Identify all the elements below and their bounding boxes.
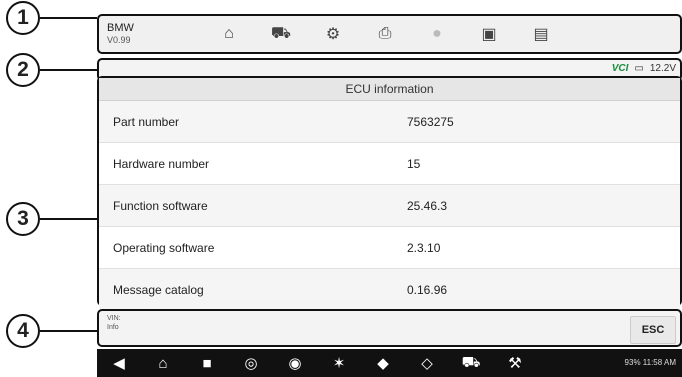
table-row: Operating software 2.3.10 — [99, 227, 680, 269]
callout-leader — [40, 218, 97, 220]
home-button[interactable]: ⌂ — [203, 16, 255, 52]
recents-icon: ■ — [202, 354, 212, 372]
android-nav-bar: ◀ ⌂ ■ ◎ ◉ ✶ ◆ ◇ ⛟ ⚒ 93% 11:58 AM — [97, 349, 682, 377]
vci-status: VCI — [611, 63, 629, 74]
screenshot-icon: ✶ — [332, 355, 346, 372]
esc-button[interactable]: ESC — [630, 316, 676, 344]
help-button[interactable]: ● — [411, 16, 463, 52]
message-icon: ▤ — [533, 26, 549, 43]
callout-leader — [40, 69, 97, 71]
function-bar: VIN: Info ESC — [97, 309, 682, 347]
row-value: 2.3.10 — [407, 240, 441, 255]
row-value: 25.46.3 — [407, 198, 448, 213]
browser-icon: ◎ — [244, 355, 258, 372]
print-icon: ⎙ — [378, 25, 392, 42]
home-nav-button[interactable]: ⌂ — [141, 355, 185, 372]
table-row: Hardware number 15 — [99, 143, 680, 185]
camera-icon: ◉ — [288, 355, 302, 372]
browser-button[interactable]: ◎ — [229, 354, 273, 372]
table-row: Function software 25.46.3 — [99, 185, 680, 227]
row-label: Hardware number — [113, 156, 210, 171]
app-name: BMW — [107, 22, 134, 34]
app-info: BMW V0.99 — [99, 22, 203, 46]
screenshot-button[interactable]: ✶ — [317, 354, 361, 372]
callout-leader — [40, 17, 97, 19]
vci-button[interactable]: ◆ — [361, 354, 405, 372]
app-version: V0.99 — [107, 35, 131, 45]
row-label: Operating software — [113, 240, 215, 255]
row-label: Function software — [113, 198, 208, 213]
vci-icon: ◆ — [377, 355, 389, 372]
print-button[interactable]: ⎙ — [359, 16, 411, 52]
car-button[interactable]: ⛟ — [449, 354, 493, 373]
callout-4: 4 — [6, 314, 40, 348]
vehicle-info: VIN: Info — [107, 314, 121, 332]
row-value: 7563275 — [407, 114, 454, 129]
row-label: Part number — [113, 114, 180, 129]
home-icon: ⌂ — [158, 354, 168, 372]
row-label: Message catalog — [113, 282, 204, 297]
service-icon: ⚒ — [508, 355, 522, 372]
callout-leader — [40, 330, 97, 332]
ecu-table: Part number 7563275 Hardware number 15 F… — [99, 101, 680, 311]
settings-button[interactable]: ⚙ — [307, 16, 359, 52]
save-icon: ▣ — [481, 26, 497, 43]
vehicle-icon: ⛟ — [270, 25, 292, 42]
table-row: Part number 7563275 — [99, 101, 680, 143]
system-status: 93% 11:58 AM — [624, 358, 676, 367]
top-toolbar: BMW V0.99 ⌂ ⛟ ⚙ ⎙ ● ▣ ▤ — [97, 14, 682, 54]
bas-button[interactable]: ◇ — [405, 354, 449, 372]
save-button[interactable]: ▣ — [463, 16, 515, 52]
table-title: ECU information — [99, 78, 680, 101]
message-button[interactable]: ▤ — [515, 16, 567, 52]
row-value: 0.16.96 — [407, 282, 448, 297]
help-icon: ● — [432, 25, 442, 42]
row-value: 15 — [407, 156, 421, 171]
service-button[interactable]: ⚒ — [493, 354, 537, 372]
camera-button[interactable]: ◉ — [273, 354, 317, 372]
ecu-information-panel: ECU information Part number 7563275 Hard… — [97, 76, 682, 311]
callout-3: 3 — [6, 202, 40, 236]
info-label: Info — [107, 324, 119, 331]
back-icon: ◀ — [113, 355, 125, 372]
home-icon: ⌂ — [224, 25, 234, 42]
vehicle-button[interactable]: ⛟ — [255, 16, 307, 52]
vin-label: VIN: — [107, 315, 121, 322]
bas-icon: ◇ — [421, 355, 433, 372]
gear-icon: ⚙ — [325, 26, 341, 43]
table-row: Message catalog 0.16.96 — [99, 269, 680, 311]
recents-button[interactable]: ■ — [185, 355, 229, 372]
callout-2: 2 — [6, 53, 40, 87]
back-button[interactable]: ◀ — [97, 354, 141, 372]
battery-icon: ▭ — [634, 63, 644, 74]
battery-voltage: 12.2V — [649, 63, 676, 74]
callout-1: 1 — [6, 1, 40, 35]
car-icon: ⛟ — [461, 353, 481, 371]
